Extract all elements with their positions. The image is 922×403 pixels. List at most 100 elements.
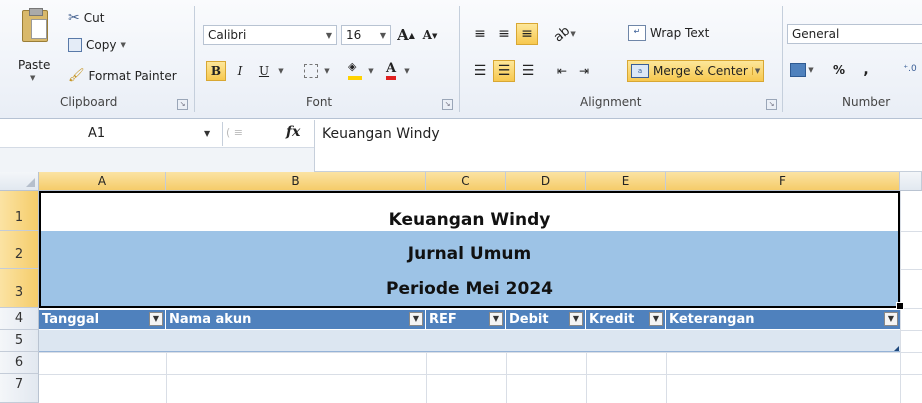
column-header-b[interactable]: B [166, 172, 426, 191]
copy-icon [68, 38, 82, 52]
select-all-corner[interactable] [0, 172, 39, 191]
table-header-kredit[interactable]: Kredit ▼ [586, 310, 666, 329]
fill-handle[interactable] [896, 302, 904, 310]
align-right-button[interactable]: ☰ [518, 61, 538, 81]
font-name-value: Calibri [208, 28, 247, 42]
header-label: Nama akun [169, 312, 252, 327]
borders-button[interactable] [300, 61, 322, 81]
paste-button[interactable]: Paste ▼ [16, 6, 52, 94]
header-label: Kredit [589, 312, 635, 327]
font-name-combo[interactable]: Calibri ▼ [203, 25, 337, 45]
header-label: Debit [509, 312, 549, 327]
decrease-indent-button[interactable]: ⇤ [552, 61, 572, 81]
shrink-font-button[interactable]: A ▼ [420, 25, 440, 45]
column-header-g[interactable] [900, 172, 922, 191]
number-format-combo[interactable]: General [787, 24, 922, 44]
table-header-ref[interactable]: REF ▼ [426, 310, 506, 329]
increase-indent-button[interactable]: ⇥ [574, 61, 594, 81]
column-header-d[interactable]: D [506, 172, 586, 191]
formula-input-divider [314, 120, 315, 171]
row-header-3[interactable]: 3 [0, 269, 39, 308]
copy-button[interactable]: Copy ▼ [68, 38, 126, 52]
name-box-value: A1 [88, 126, 106, 141]
align-middle-button[interactable]: ≡ [494, 24, 514, 44]
insert-function-button[interactable]: fx [286, 124, 300, 140]
column-header-c[interactable]: C [426, 172, 506, 191]
grow-font-button[interactable]: A ▲ [396, 25, 416, 45]
chevron-down-icon[interactable]: ▼ [276, 61, 286, 81]
alignment-launcher-icon[interactable]: ↘ [766, 99, 777, 110]
paint-bucket-icon: ◈ [348, 61, 362, 80]
row-header-1[interactable]: 1 [0, 191, 39, 231]
format-painter-button[interactable]: 🖌 Format Painter [68, 68, 177, 83]
row-header-7[interactable]: 7 [0, 374, 39, 403]
column-header-a[interactable]: A [39, 172, 166, 191]
font-launcher-icon[interactable]: ↘ [442, 99, 453, 110]
filter-dropdown-icon[interactable]: ▼ [649, 312, 663, 326]
gridline [666, 352, 667, 403]
banner-period-cell[interactable]: Periode Mei 2024 [39, 269, 900, 308]
table-header-tanggal[interactable]: Tanggal ▼ [39, 310, 166, 329]
row-header-6[interactable]: 6 [0, 352, 39, 374]
chevron-down-icon: ▼ [30, 74, 36, 82]
banner-title: Keuangan Windy [388, 210, 551, 230]
comma-button[interactable]: , [858, 60, 874, 80]
align-bottom-button[interactable]: ≡ [516, 23, 538, 45]
banner-subtitle-cell[interactable]: Jurnal Umum [39, 231, 900, 269]
table-resize-handle[interactable] [894, 346, 899, 351]
filter-dropdown-icon[interactable]: ▼ [149, 312, 163, 326]
align-center-button[interactable]: ☰ [493, 60, 515, 82]
bold-button[interactable]: B [206, 61, 226, 81]
comma-icon: , [863, 62, 869, 78]
wrap-text-button[interactable]: ↵ Wrap Text [628, 25, 709, 41]
row-header-2[interactable]: 2 [0, 231, 39, 269]
table-header-nama-akun[interactable]: Nama akun ▼ [166, 310, 426, 329]
percent-icon: % [832, 63, 846, 77]
row-header-5[interactable]: 5 [0, 330, 39, 352]
table-header-debit[interactable]: Debit ▼ [506, 310, 586, 329]
banner-title-cell[interactable]: Keuangan Windy [39, 191, 900, 231]
paste-label: Paste [18, 58, 51, 72]
align-left-button[interactable]: ☰ [470, 61, 490, 81]
filter-dropdown-icon[interactable]: ▼ [884, 312, 898, 326]
italic-button[interactable]: I [230, 61, 250, 81]
font-color-button[interactable]: A [380, 61, 402, 81]
chevron-down-icon[interactable]: ▼ [366, 61, 376, 81]
accounting-format-button[interactable]: ▼ [788, 60, 816, 80]
column-header-f[interactable]: F [666, 172, 900, 191]
gridline [166, 352, 167, 403]
table-header-keterangan[interactable]: Keterangan ▼ [666, 310, 900, 329]
chevron-down-icon[interactable]: ▼ [402, 61, 412, 81]
increase-decimal-button[interactable]: ⁺.0 [898, 58, 922, 80]
row-header-4[interactable]: 4 [0, 308, 39, 330]
number-group-label: Number [842, 95, 891, 109]
name-box[interactable]: A1 ▼ [0, 122, 223, 146]
row-label: 7 [14, 377, 24, 392]
gridline [900, 231, 922, 232]
filter-dropdown-icon[interactable]: ▼ [569, 312, 583, 326]
grow-font-icon: A [397, 26, 409, 44]
column-header-e[interactable]: E [586, 172, 666, 191]
merge-center-button[interactable]: a Merge & Center ▼ [627, 60, 765, 82]
cut-button[interactable]: ✂ Cut [68, 10, 104, 26]
orientation-button[interactable]: ab ▼ [551, 23, 578, 45]
cut-label: Cut [83, 11, 105, 25]
filter-dropdown-icon[interactable]: ▼ [409, 312, 423, 326]
font-size-combo[interactable]: 16 ▼ [341, 25, 391, 45]
shrink-font-icon: A [422, 28, 432, 42]
chevron-down-icon[interactable]: ▼ [322, 61, 332, 81]
chevron-down-icon[interactable]: ▼ [204, 129, 210, 138]
filter-dropdown-icon[interactable]: ▼ [489, 312, 503, 326]
gridline [39, 374, 922, 375]
percent-button[interactable]: % [828, 60, 850, 80]
number-format-value: General [792, 27, 840, 41]
formula-input[interactable]: Keuangan Windy [322, 126, 440, 142]
table-row[interactable] [39, 330, 900, 352]
bold-icon: B [210, 64, 222, 78]
fill-color-button[interactable]: ◈ [344, 61, 366, 81]
underline-button[interactable]: U [254, 61, 274, 81]
align-top-button[interactable]: ≡ [470, 24, 490, 44]
clipboard-launcher-icon[interactable]: ↘ [177, 99, 188, 110]
wrap-text-label: Wrap Text [650, 26, 710, 40]
separator [194, 6, 195, 112]
